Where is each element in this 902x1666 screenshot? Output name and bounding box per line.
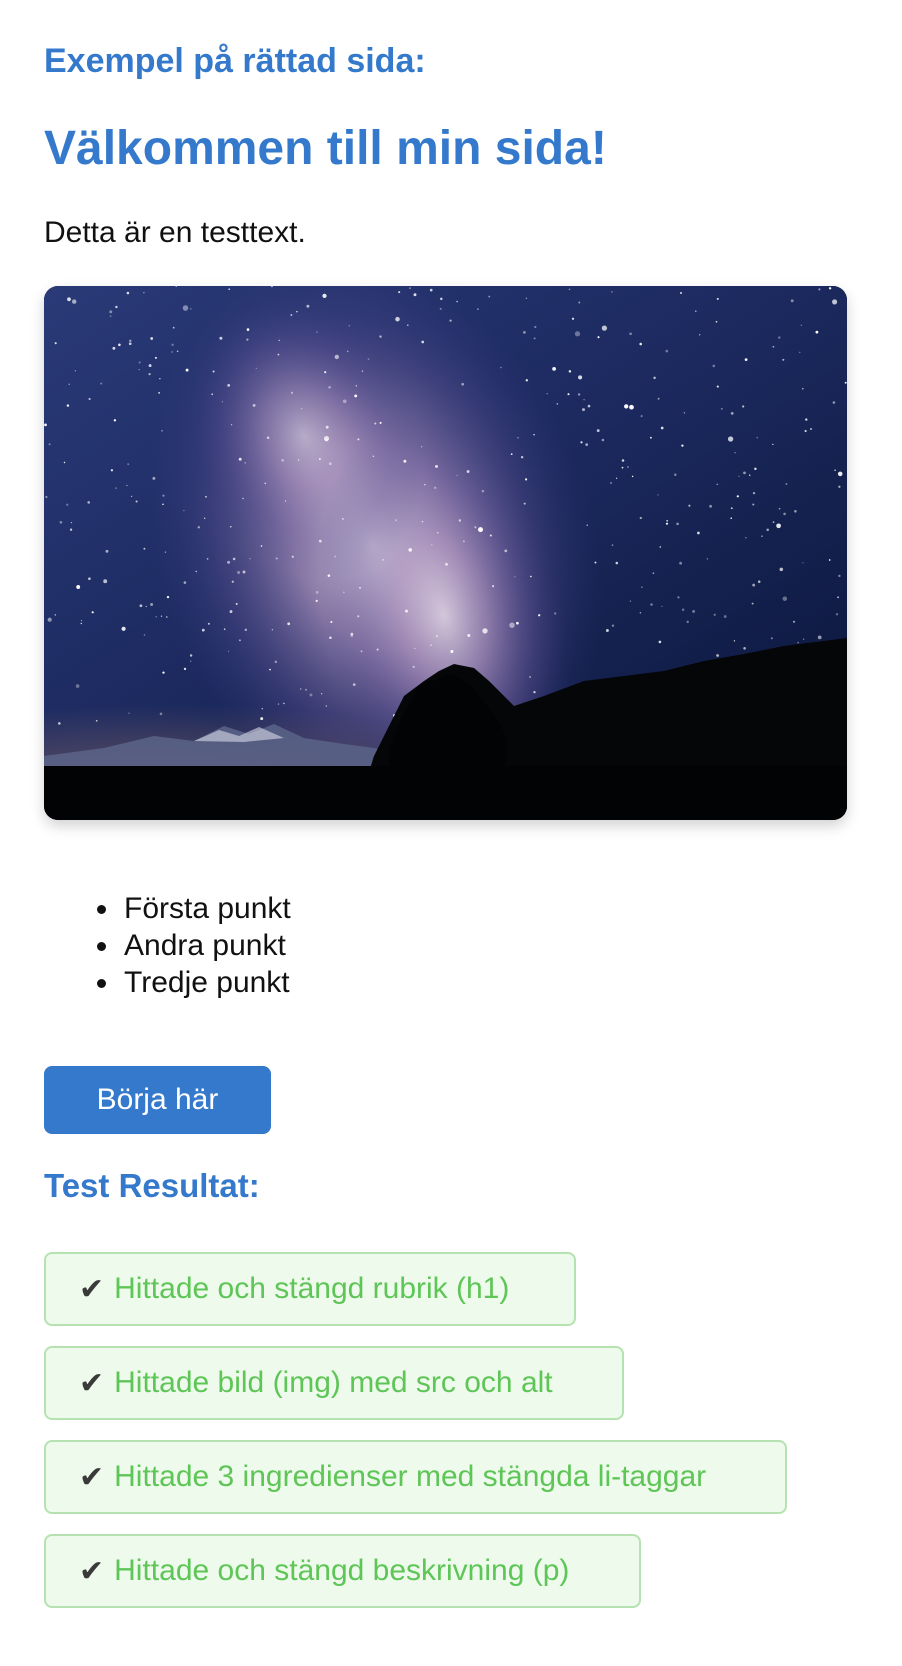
- page-title: Välkommen till min sida!: [44, 122, 607, 175]
- result-text: Hittade bild (img) med src och alt: [114, 1366, 553, 1399]
- check-icon: ✔: [79, 1271, 105, 1307]
- example-heading: Exempel på rättad sida:: [44, 42, 426, 80]
- check-icon: ✔: [79, 1553, 105, 1589]
- result-item: ✔ Hittade och stängd beskrivning (p): [44, 1534, 641, 1608]
- result-item: ✔ Hittade och stängd rubrik (h1): [44, 1252, 576, 1326]
- list-item: Första punkt: [97, 892, 291, 925]
- list-item: Tredje punkt: [97, 966, 290, 999]
- intro-paragraph: Detta är en testtext.: [44, 216, 306, 249]
- result-item: ✔ Hittade bild (img) med src och alt: [44, 1346, 624, 1420]
- check-icon: ✔: [79, 1365, 105, 1401]
- result-text: Hittade och stängd beskrivning (p): [114, 1554, 570, 1587]
- start-button[interactable]: Börja här: [44, 1066, 271, 1134]
- list-item: Andra punkt: [97, 927, 291, 964]
- results-heading: Test Resultat:: [44, 1167, 260, 1204]
- check-icon: ✔: [79, 1459, 105, 1495]
- result-item: ✔ Hittade 3 ingredienser med stängda li-…: [44, 1440, 787, 1514]
- result-text: Hittade 3 ingredienser med stängda li-ta…: [114, 1460, 707, 1493]
- night-sky-illustration: [44, 286, 847, 820]
- hero-image-milky-way: [44, 286, 847, 820]
- bullet-list: Första punkt Andra punkt Tredje punkt: [97, 890, 291, 1001]
- result-text: Hittade och stängd rubrik (h1): [114, 1272, 510, 1305]
